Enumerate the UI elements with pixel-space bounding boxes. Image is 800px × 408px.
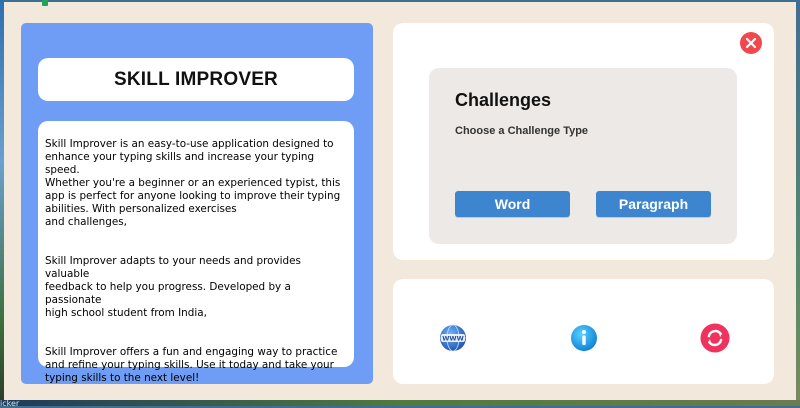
challenges-subtitle: Choose a Challenge Type [455,125,589,137]
www-label: WWW [442,335,464,343]
app-title-box: SKILL IMPROVER [38,58,354,101]
refresh-icon [700,323,730,353]
info-button[interactable] [569,323,599,353]
description-paragraph: Skill Improver offers a fun and engaging… [45,346,338,384]
actions-panel: WWW [393,279,774,384]
challenge-card: Challenges Choose a Challenge Type Word … [429,68,737,244]
paragraph-challenge-button[interactable]: Paragraph [596,191,711,217]
info-panel: SKILL IMPROVER Skill Improver is an easy… [21,23,373,384]
challenges-panel: Challenges Choose a Challenge Type Word … [393,23,774,260]
challenges-title: Challenges [455,90,552,110]
description-paragraph: Skill Improver adapts to your needs and … [45,255,301,319]
app-window: SKILL IMPROVER Skill Improver is an easy… [4,0,796,400]
description-box: Skill Improver is an easy-to-use applica… [38,121,354,384]
refresh-button[interactable] [700,323,730,353]
www-globe-icon: WWW [440,324,466,352]
word-challenge-button[interactable]: Word [455,191,570,217]
desktop-shortcut-icon [42,0,48,6]
description-paragraph: Skill Improver is an easy-to-use applica… [45,138,341,228]
taskbar-label: icker [0,399,20,408]
close-button[interactable] [740,32,762,54]
desktop-taskbar-edge [0,400,800,406]
website-button[interactable]: WWW [438,323,468,353]
close-icon [745,37,757,49]
info-icon [571,325,597,351]
app-title: SKILL IMPROVER [114,68,278,90]
